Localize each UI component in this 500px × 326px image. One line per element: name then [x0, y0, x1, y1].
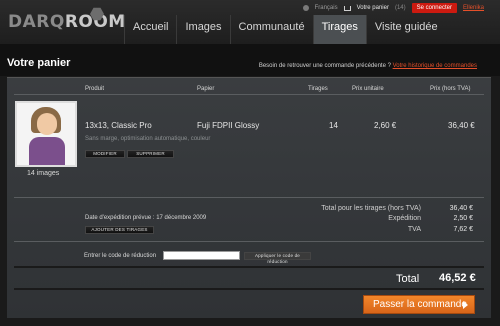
images-count: 14 images [27, 170, 60, 177]
checkout-button[interactable]: Passer la commande [363, 295, 475, 314]
order-history-link[interactable]: Votre historique de commandes [393, 63, 477, 69]
promo-code-label: Entrer le code de réduction [84, 253, 157, 259]
unit-price: 2,60 € [374, 121, 397, 130]
shipping-value: 2,50 € [453, 215, 473, 222]
product-name: 13x13, Classic Pro [85, 121, 152, 130]
page-title: Votre panier [7, 57, 71, 69]
product-options: Sans marge, optimisation automatique, co… [85, 136, 211, 142]
other-language-link[interactable]: Ellenika [463, 5, 484, 11]
col-header-paper: Papier [197, 86, 215, 92]
nav-tirages[interactable]: Tirages [312, 15, 366, 44]
logo[interactable]: DARQROOM [8, 12, 126, 32]
subtotal-value: 36,40 € [449, 205, 473, 212]
total-label: Total [396, 273, 420, 285]
logo-dark: DARQ [8, 12, 65, 32]
divider [14, 288, 484, 290]
divider [14, 241, 484, 242]
nav-visite-guidee[interactable]: Visite guidée [365, 15, 446, 44]
order-history-question: Besoin de retrouver une commande précéde… [258, 63, 391, 69]
page-header [0, 44, 500, 76]
total-value: 46,52 € [439, 272, 476, 284]
checkout-label: Passer la commande [373, 299, 467, 310]
cart-icon [343, 5, 351, 11]
col-header-unit-price: Prix unitaire [352, 86, 384, 92]
prints-count: 14 [329, 121, 338, 130]
order-history-prompt: Besoin de retrouver une commande précéde… [259, 63, 477, 69]
apply-promo-button[interactable]: Appliquer le code de réduction [244, 252, 311, 264]
delete-button[interactable]: SUPPRIMER [127, 150, 174, 158]
login-button[interactable]: Se connecter [411, 3, 457, 13]
paper-type: Fuji FDPII Glossy [197, 121, 260, 130]
divider [14, 94, 484, 95]
col-header-price: Prix (hors TVA) [430, 86, 471, 92]
product-thumbnail[interactable] [15, 101, 77, 167]
add-prints-button[interactable]: AJOUTER DES TIRAGES [85, 226, 154, 234]
modify-button[interactable]: MODIFIER [85, 150, 125, 158]
col-header-prints: Tirages [308, 86, 328, 92]
utility-bar: Français Votre panier (14) Se connecter … [302, 3, 484, 13]
main-nav: Accueil Images Communauté Tirages Visite… [124, 15, 446, 44]
col-header-product: Produit [85, 86, 105, 92]
divider [14, 197, 484, 198]
language-link[interactable]: Français [315, 5, 338, 11]
vat-value: 7,62 € [453, 226, 473, 233]
shipping-label: Expédition [388, 215, 421, 222]
nav-communaute[interactable]: Communauté [229, 15, 313, 44]
cart-count: (14) [394, 5, 406, 11]
person-icon [302, 5, 309, 11]
shipping-date: Date d'expédition prévue : 17 décembre 2… [85, 215, 207, 221]
line-price: 36,40 € [448, 121, 475, 130]
subtotal-label: Total pour les tirages (hors TVA) [321, 205, 421, 212]
divider [14, 266, 484, 268]
nav-images[interactable]: Images [176, 15, 229, 44]
vat-label: TVA [407, 226, 421, 233]
cart-link[interactable]: Votre panier [357, 5, 389, 11]
arrow-right-icon [463, 301, 468, 309]
nav-accueil[interactable]: Accueil [124, 15, 176, 44]
promo-code-input[interactable] [163, 251, 240, 260]
